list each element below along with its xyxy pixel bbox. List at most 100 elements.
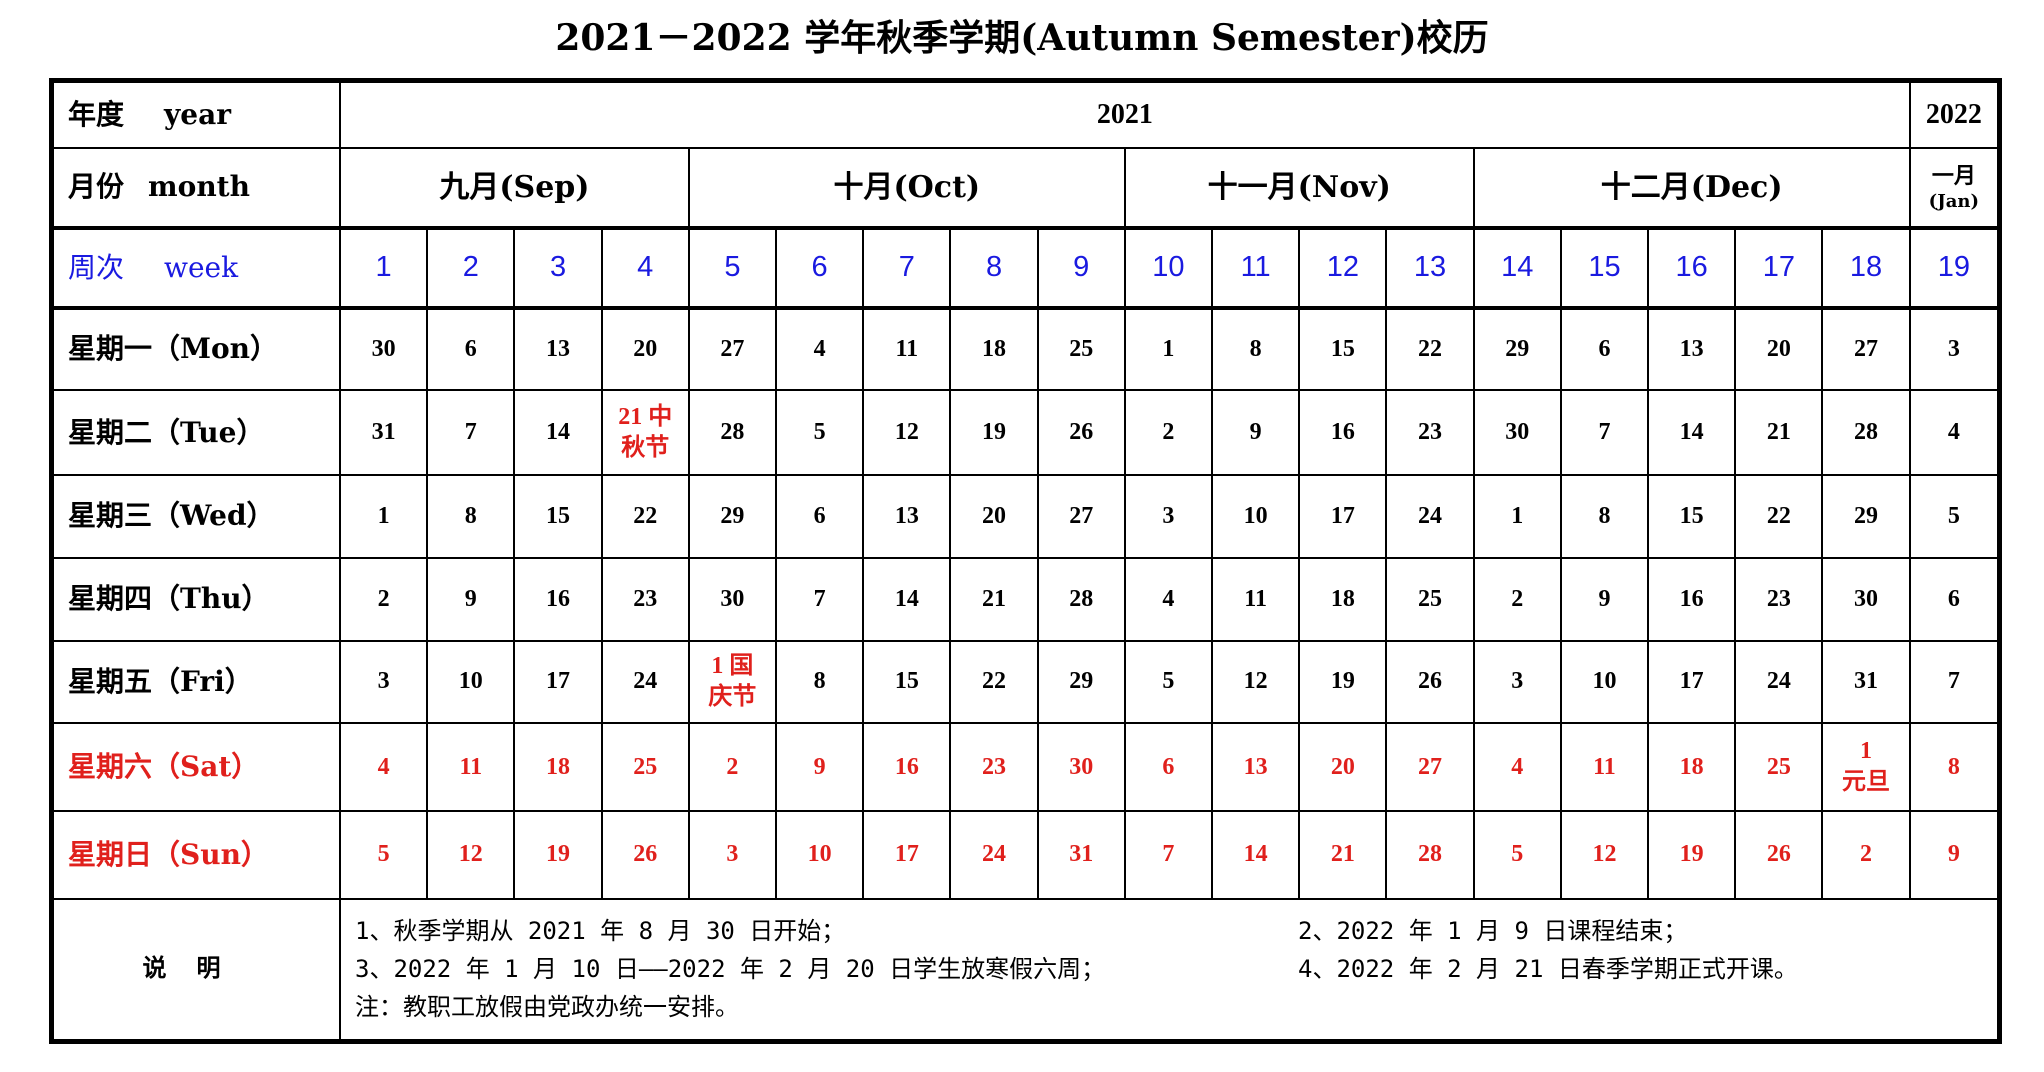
date-cell: 29	[1472, 306, 1562, 392]
note-item: 2、2022 年 1 月 9 日课程结束；	[1298, 917, 1688, 946]
date-cell: 27	[1821, 306, 1911, 392]
date-cell: 5	[1472, 810, 1562, 900]
month-label: 月份 month	[54, 147, 341, 231]
date-cell: 13	[1211, 722, 1301, 813]
week-number: 5	[687, 227, 778, 310]
date-cell: 18	[1647, 722, 1737, 813]
date-cell: 14	[862, 556, 952, 642]
date-cell: 11	[1559, 722, 1650, 813]
month-header: 十一月(Nov)	[1123, 147, 1475, 231]
date-cell: 26	[1036, 389, 1126, 477]
date-cell: 8	[1908, 722, 1997, 813]
date-cell: 30	[687, 556, 778, 642]
date-cell: 6	[1123, 722, 1214, 813]
date-cell: 24	[1385, 474, 1475, 559]
week-number: 3	[513, 227, 603, 310]
date-cell: 27	[1385, 722, 1475, 813]
date-cell: 5	[1908, 474, 1997, 559]
day-row: 星期五（Fri） 3 10 17 24 1 国庆节 8 15 22 29 5 12 19 26 3 10 17 2…	[54, 639, 1997, 725]
date-cell: 29	[1036, 639, 1126, 725]
date-cell: 18	[513, 722, 603, 813]
date-cell: 3	[338, 639, 429, 725]
date-cell: 8	[1559, 474, 1650, 559]
date-cell: 4	[1908, 389, 1997, 477]
date-cell: 9	[1559, 556, 1650, 642]
date-cell: 9	[1908, 810, 1997, 900]
date-cell: 9	[775, 722, 865, 813]
week-number: 10	[1123, 227, 1214, 310]
date-cell: 2	[687, 722, 778, 813]
date-cell: 7	[1559, 389, 1650, 477]
date-cell: 13	[862, 474, 952, 559]
week-number: 2	[426, 227, 516, 310]
date-cell: 15	[1647, 474, 1737, 559]
week-number: 8	[949, 227, 1039, 310]
date-cell: 16	[1298, 389, 1388, 477]
date-cell: 15	[513, 474, 603, 559]
note-item: 4、2022 年 2 月 21 日春季学期正式开课。	[1298, 955, 1798, 984]
month-row: 月份 month 九月(Sep) 十月(Oct) 十一月(Nov) 十二月(Dec) 一月…	[54, 147, 1997, 231]
date-cell: 2	[1821, 810, 1911, 900]
date-cell: 6	[775, 474, 865, 559]
day-row: 星期一（Mon） 30 6 13 20 27 4 11 18 25 1 8 15 22 29 6 13 20 27 3	[54, 306, 1997, 392]
date-cell: 17	[1298, 474, 1388, 559]
date-cell: 4	[775, 306, 865, 392]
date-cell: 30	[1036, 722, 1126, 813]
date-cell: 25	[1385, 556, 1475, 642]
date-cell: 18	[949, 306, 1039, 392]
date-cell: 31	[1821, 639, 1911, 725]
date-cell: 5	[338, 810, 429, 900]
date-cell: 5	[775, 389, 865, 477]
date-cell: 3	[687, 810, 778, 900]
date-cell: 29	[1821, 474, 1911, 559]
week-number: 16	[1647, 227, 1737, 310]
date-cell: 1	[338, 474, 429, 559]
date-cell: 19	[949, 389, 1039, 477]
date-cell: 25	[600, 722, 690, 813]
date-cell: 3	[1908, 306, 1997, 392]
date-cell: 9	[426, 556, 516, 642]
date-cell: 26	[1385, 639, 1475, 725]
date-cell: 7	[1123, 810, 1214, 900]
date-cell: 28	[1036, 556, 1126, 642]
date-cell: 11	[426, 722, 516, 813]
day-label: 星期一（Mon）	[54, 306, 341, 392]
date-cell: 22	[949, 639, 1039, 725]
date-cell: 29	[687, 474, 778, 559]
date-cell: 22	[1385, 306, 1475, 392]
date-cell: 28	[1385, 810, 1475, 900]
date-cell: 14	[1211, 810, 1301, 900]
week-label: 周次 week	[54, 227, 341, 310]
date-cell: 30	[1821, 556, 1911, 642]
day-label: 星期六（Sat）	[54, 722, 341, 813]
date-cell: 28	[687, 389, 778, 477]
month-header-jan: 一月 (Jan)	[1908, 147, 1997, 231]
holiday-cell: 1 国庆节	[687, 639, 778, 725]
week-number: 4	[600, 227, 690, 310]
date-cell: 4	[1123, 556, 1214, 642]
date-cell: 24	[949, 810, 1039, 900]
note-item: 注：教职工放假由党政办统一安排。	[355, 993, 739, 1022]
date-cell: 23	[600, 556, 690, 642]
date-cell: 4	[338, 722, 429, 813]
date-cell: 3	[1123, 474, 1214, 559]
date-cell: 11	[1211, 556, 1301, 642]
date-cell: 23	[1734, 556, 1824, 642]
date-cell: 2	[1123, 389, 1214, 477]
date-cell: 30	[1472, 389, 1562, 477]
month-header: 十月(Oct)	[687, 147, 1126, 231]
year-row: 年度 year 2021 2022	[54, 83, 1997, 150]
date-cell: 14	[513, 389, 603, 477]
date-cell: 20	[1298, 722, 1388, 813]
date-cell: 20	[1734, 306, 1824, 392]
date-cell: 19	[1298, 639, 1388, 725]
week-number: 1	[338, 227, 429, 310]
date-cell: 7	[775, 556, 865, 642]
date-cell: 10	[1211, 474, 1301, 559]
note-item: 3、2022 年 1 月 10 日——2022 年 2 月 20 日学生放寒假六…	[355, 955, 1106, 984]
date-cell: 26	[600, 810, 690, 900]
date-cell: 17	[862, 810, 952, 900]
date-cell: 6	[1908, 556, 1997, 642]
year-2021: 2021	[339, 83, 1911, 150]
date-cell: 1	[1472, 474, 1562, 559]
